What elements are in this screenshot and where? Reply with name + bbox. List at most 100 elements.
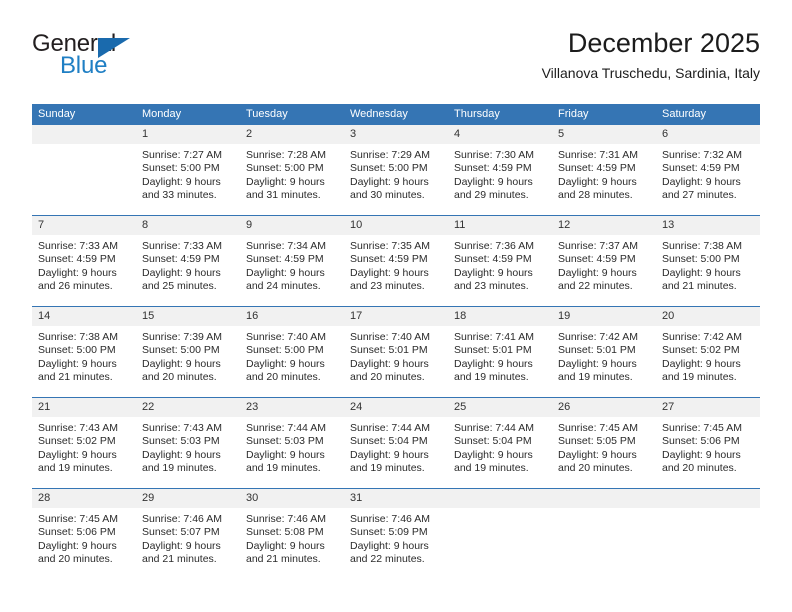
day-cell-10[interactable]: 10 Sunrise: 7:35 AM Sunset: 4:59 PM Dayligh…: [344, 216, 448, 306]
day-detail-line: Daylight: 9 hours: [246, 266, 325, 279]
day-details: Sunrise: 7:37 AM Sunset: 4:59 PM Daylight:…: [552, 235, 656, 294]
day-detail-line: Sunset: 5:00 PM: [662, 253, 740, 266]
day-details: Sunrise: 7:27 AM Sunset: 5:00 PM Daylight:…: [136, 144, 240, 203]
page-subtitle: Villanova Truschedu, Sardinia, Italy: [541, 65, 760, 81]
day-detail-line: Daylight: 9 hours: [350, 539, 429, 552]
day-details: Sunrise: 7:44 AM Sunset: 5:04 PM Daylight:…: [344, 417, 448, 476]
day-cell-empty: [656, 489, 760, 579]
weekday-header-monday: Monday: [142, 108, 182, 120]
day-detail-line: Sunrise: 7:33 AM: [38, 240, 118, 252]
day-cell-19[interactable]: 19 Sunrise: 7:42 AM Sunset: 5:01 PM Dayligh…: [552, 307, 656, 397]
general-blue-logo[interactable]: General Blue: [32, 30, 182, 86]
day-detail-line: Sunset: 5:02 PM: [662, 344, 740, 357]
day-cell-18[interactable]: 18 Sunrise: 7:41 AM Sunset: 5:01 PM Dayligh…: [448, 307, 552, 397]
day-detail-line: and 19 minutes.: [350, 462, 425, 475]
day-cell-6[interactable]: 6 Sunrise: 7:32 AM Sunset: 4:59 PM Daylight…: [656, 125, 760, 215]
day-cell-21[interactable]: 21 Sunrise: 7:43 AM Sunset: 5:02 PM Dayligh…: [32, 398, 136, 488]
day-cell-2[interactable]: 2 Sunrise: 7:28 AM Sunset: 5:00 PM Daylight…: [240, 125, 344, 215]
day-detail-line: Sunset: 5:01 PM: [558, 344, 636, 357]
day-details: Sunrise: 7:45 AM Sunset: 5:06 PM Daylight:…: [32, 508, 136, 567]
day-detail-line: Sunset: 5:00 PM: [246, 344, 324, 357]
day-cell-27[interactable]: 27 Sunrise: 7:45 AM Sunset: 5:06 PM Dayligh…: [656, 398, 760, 488]
day-details: [552, 508, 656, 513]
day-cell-14[interactable]: 14 Sunrise: 7:38 AM Sunset: 5:00 PM Dayligh…: [32, 307, 136, 397]
day-detail-line: and 20 minutes.: [350, 371, 425, 384]
day-number: 29: [136, 489, 240, 508]
day-cell-23[interactable]: 23 Sunrise: 7:44 AM Sunset: 5:03 PM Dayligh…: [240, 398, 344, 488]
day-number: 22: [136, 398, 240, 417]
day-cell-24[interactable]: 24 Sunrise: 7:44 AM Sunset: 5:04 PM Dayligh…: [344, 398, 448, 488]
day-detail-line: Sunset: 5:07 PM: [142, 526, 220, 539]
weekday-header-tuesday: Tuesday: [246, 108, 288, 120]
day-number: 20: [656, 307, 760, 326]
day-detail-line: Sunrise: 7:46 AM: [246, 513, 326, 525]
day-cell-12[interactable]: 12 Sunrise: 7:37 AM Sunset: 4:59 PM Dayligh…: [552, 216, 656, 306]
day-cell-17[interactable]: 17 Sunrise: 7:40 AM Sunset: 5:01 PM Dayligh…: [344, 307, 448, 397]
day-number: 3: [344, 125, 448, 144]
day-number: 6: [656, 125, 760, 144]
day-detail-line: Sunset: 5:00 PM: [142, 162, 220, 175]
day-cell-8[interactable]: 8 Sunrise: 7:33 AM Sunset: 4:59 PM Daylight…: [136, 216, 240, 306]
day-detail-line: Sunrise: 7:43 AM: [38, 422, 118, 434]
day-cell-25[interactable]: 25 Sunrise: 7:44 AM Sunset: 5:04 PM Dayligh…: [448, 398, 552, 488]
day-details: Sunrise: 7:43 AM Sunset: 5:03 PM Daylight:…: [136, 417, 240, 476]
day-detail-line: Daylight: 9 hours: [454, 448, 533, 461]
day-detail-line: Sunrise: 7:36 AM: [454, 240, 534, 252]
day-detail-line: and 21 minutes.: [38, 371, 113, 384]
day-cell-3[interactable]: 3 Sunrise: 7:29 AM Sunset: 5:00 PM Daylight…: [344, 125, 448, 215]
day-detail-line: Sunrise: 7:30 AM: [454, 149, 534, 161]
day-details: Sunrise: 7:38 AM Sunset: 5:00 PM Daylight:…: [32, 326, 136, 385]
day-cell-15[interactable]: 15 Sunrise: 7:39 AM Sunset: 5:00 PM Dayligh…: [136, 307, 240, 397]
day-detail-line: Sunset: 4:59 PM: [246, 253, 324, 266]
day-detail-line: Sunset: 4:59 PM: [38, 253, 116, 266]
day-number: 4: [448, 125, 552, 144]
day-detail-line: and 23 minutes.: [454, 280, 529, 293]
day-detail-line: Daylight: 9 hours: [350, 357, 429, 370]
day-detail-line: Sunrise: 7:44 AM: [246, 422, 326, 434]
day-number: 24: [344, 398, 448, 417]
calendar-grid: Sunday Monday Tuesday Wednesday Thursday Frid…: [32, 104, 760, 579]
calendar-weeks: 1 Sunrise: 7:27 AM Sunset: 5:00 PM Daylight…: [32, 125, 760, 579]
day-number: 21: [32, 398, 136, 417]
day-detail-line: Sunset: 5:02 PM: [38, 435, 116, 448]
day-cell-28[interactable]: 28 Sunrise: 7:45 AM Sunset: 5:06 PM Dayligh…: [32, 489, 136, 579]
day-detail-line: Daylight: 9 hours: [350, 448, 429, 461]
day-details: Sunrise: 7:41 AM Sunset: 5:01 PM Daylight:…: [448, 326, 552, 385]
day-detail-line: Sunrise: 7:37 AM: [558, 240, 638, 252]
day-number: 8: [136, 216, 240, 235]
day-detail-line: Sunrise: 7:40 AM: [350, 331, 430, 343]
day-number: 5: [552, 125, 656, 144]
title-block: December 2025 Villanova Truschedu, Sardi…: [542, 26, 760, 83]
day-detail-line: Sunset: 4:59 PM: [454, 253, 532, 266]
day-cell-11[interactable]: 11 Sunrise: 7:36 AM Sunset: 4:59 PM Dayligh…: [448, 216, 552, 306]
day-detail-line: Sunset: 5:03 PM: [142, 435, 220, 448]
day-cell-29[interactable]: 29 Sunrise: 7:46 AM Sunset: 5:07 PM Dayligh…: [136, 489, 240, 579]
weekday-header-saturday: Saturday: [662, 108, 707, 120]
day-detail-line: Sunrise: 7:45 AM: [558, 422, 638, 434]
day-cell-1[interactable]: 1 Sunrise: 7:27 AM Sunset: 5:00 PM Daylight…: [136, 125, 240, 215]
day-detail-line: Daylight: 9 hours: [662, 357, 741, 370]
day-detail-line: and 33 minutes.: [142, 189, 217, 202]
day-cell-7[interactable]: 7 Sunrise: 7:33 AM Sunset: 4:59 PM Daylight…: [32, 216, 136, 306]
day-cell-16[interactable]: 16 Sunrise: 7:40 AM Sunset: 5:00 PM Dayligh…: [240, 307, 344, 397]
day-detail-line: and 21 minutes.: [662, 280, 737, 293]
day-cell-13[interactable]: 13 Sunrise: 7:38 AM Sunset: 5:00 PM Dayligh…: [656, 216, 760, 306]
day-cell-31[interactable]: 31 Sunrise: 7:46 AM Sunset: 5:09 PM Dayligh…: [344, 489, 448, 579]
day-cell-5[interactable]: 5 Sunrise: 7:31 AM Sunset: 4:59 PM Daylight…: [552, 125, 656, 215]
day-detail-line: and 19 minutes.: [38, 462, 113, 475]
day-details: Sunrise: 7:35 AM Sunset: 4:59 PM Daylight:…: [344, 235, 448, 294]
day-cell-30[interactable]: 30 Sunrise: 7:46 AM Sunset: 5:08 PM Dayligh…: [240, 489, 344, 579]
day-detail-line: Sunset: 5:00 PM: [350, 162, 428, 175]
day-cell-20[interactable]: 20 Sunrise: 7:42 AM Sunset: 5:02 PM Dayligh…: [656, 307, 760, 397]
day-cell-4[interactable]: 4 Sunrise: 7:30 AM Sunset: 4:59 PM Daylight…: [448, 125, 552, 215]
day-cell-22[interactable]: 22 Sunrise: 7:43 AM Sunset: 5:03 PM Dayligh…: [136, 398, 240, 488]
day-detail-line: Sunset: 5:01 PM: [350, 344, 428, 357]
day-cell-9[interactable]: 9 Sunrise: 7:34 AM Sunset: 4:59 PM Daylight…: [240, 216, 344, 306]
day-details: [656, 508, 760, 513]
day-detail-line: Daylight: 9 hours: [142, 266, 221, 279]
calendar-week-row: 14 Sunrise: 7:38 AM Sunset: 5:00 PM Dayligh…: [32, 306, 760, 397]
day-detail-line: Sunrise: 7:27 AM: [142, 149, 222, 161]
day-detail-line: Daylight: 9 hours: [38, 266, 117, 279]
day-details: Sunrise: 7:40 AM Sunset: 5:01 PM Daylight:…: [344, 326, 448, 385]
day-cell-26[interactable]: 26 Sunrise: 7:45 AM Sunset: 5:05 PM Dayligh…: [552, 398, 656, 488]
